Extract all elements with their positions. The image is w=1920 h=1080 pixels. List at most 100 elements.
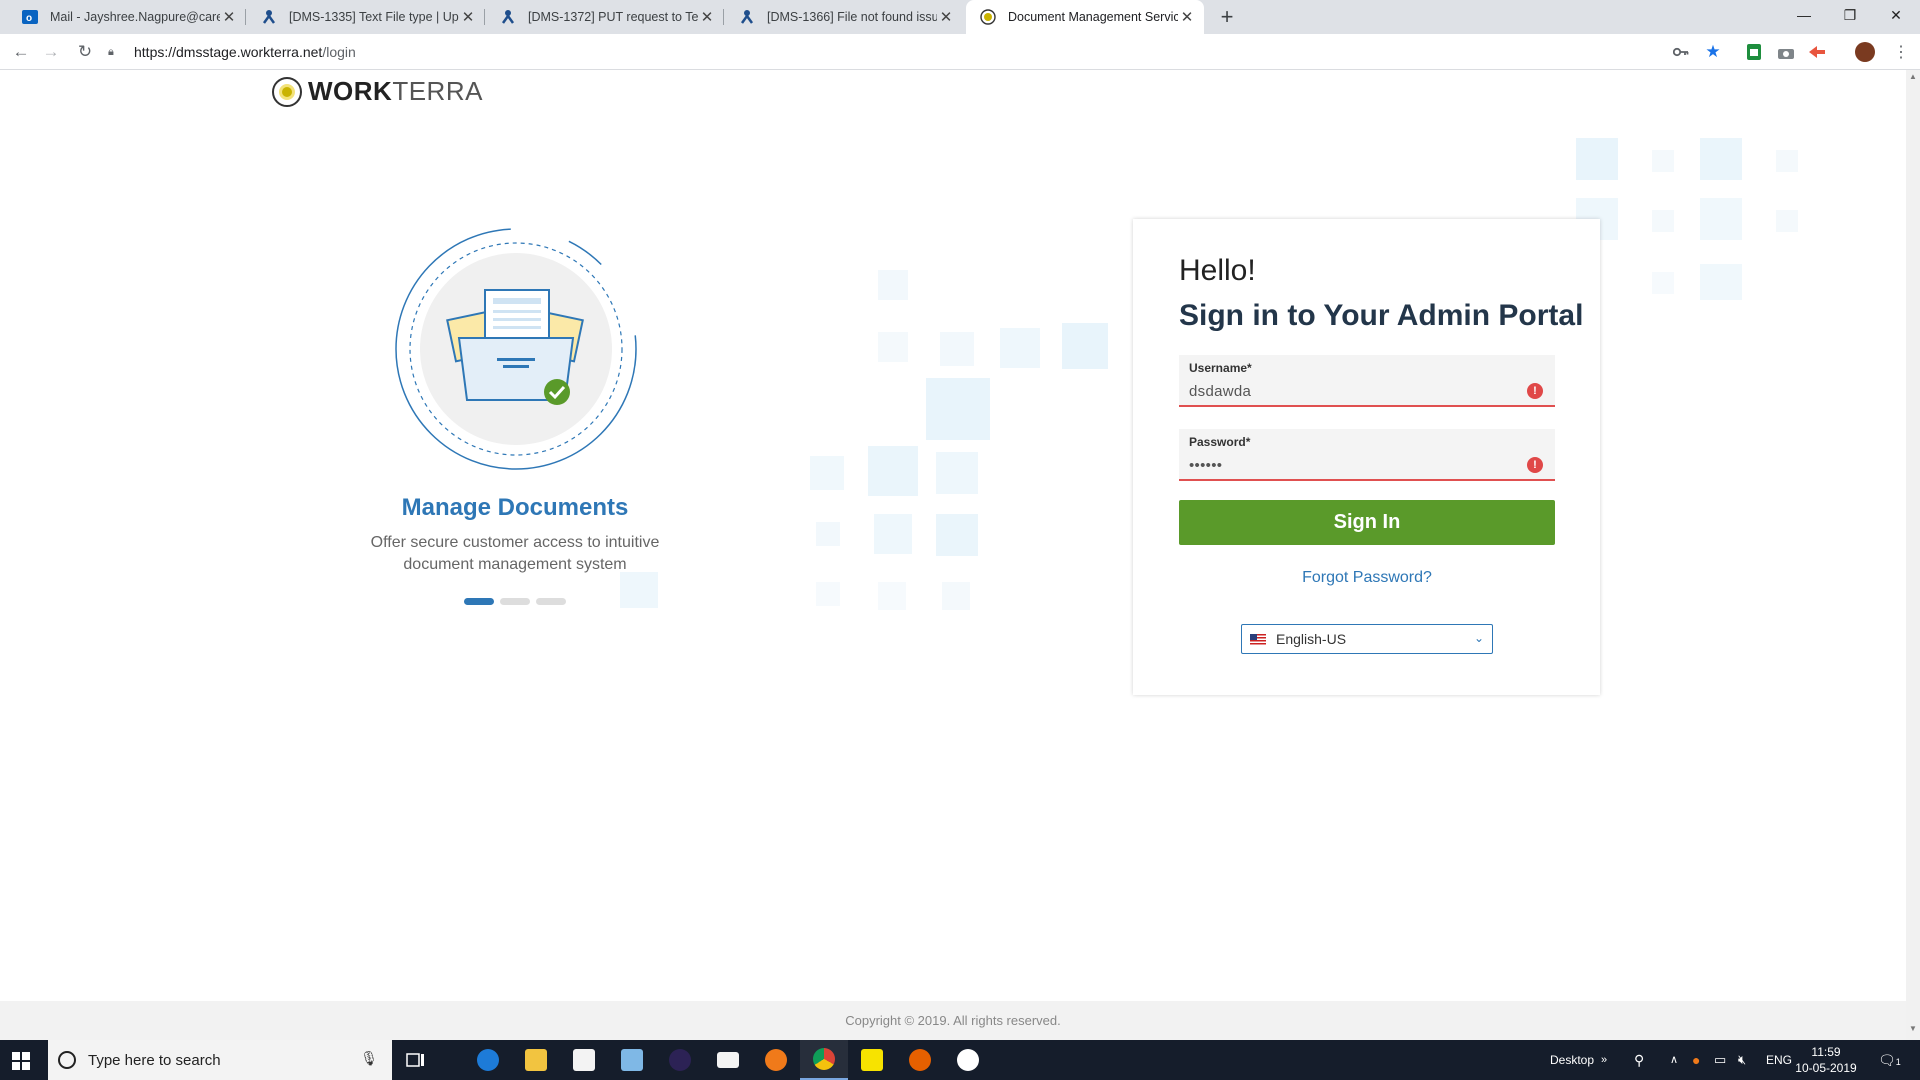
decor-square — [1700, 264, 1742, 300]
carousel-title: Manage Documents — [401, 494, 629, 521]
decor-square — [878, 270, 908, 300]
firefox-dev-icon[interactable] — [752, 1040, 800, 1080]
decor-square — [816, 582, 840, 606]
close-icon[interactable]: ✕ — [220, 8, 238, 26]
minimize-button[interactable]: — — [1782, 0, 1826, 30]
notification-count: 1 — [1895, 1057, 1901, 1067]
folder-document-illustration — [395, 228, 637, 470]
windows-start-icon[interactable] — [12, 1052, 30, 1070]
decor-square — [874, 514, 912, 554]
taskbar-clock[interactable]: 11:59 10-05-2019 — [1786, 1044, 1866, 1076]
bookmark-star-icon[interactable]: ★ — [1704, 42, 1722, 61]
chrome-icon[interactable] — [800, 1040, 848, 1080]
outlook-icon: o — [22, 9, 38, 25]
scroll-up-arrow-icon[interactable]: ▲ — [1906, 72, 1920, 86]
clock-time: 11:59 — [1811, 1045, 1841, 1059]
store-icon[interactable] — [560, 1040, 608, 1080]
window-close-button[interactable]: ✕ — [1874, 0, 1918, 30]
page-title: Sign in to Your Admin Portal — [1179, 299, 1584, 332]
carousel-dot-1[interactable] — [464, 598, 494, 605]
close-icon[interactable]: ✕ — [459, 8, 477, 26]
tab-dms-1372[interactable]: [DMS-1372] PUT request to Text ✕ — [486, 0, 724, 34]
tab-dms-1335[interactable]: [DMS-1335] Text File type | Upda ✕ — [247, 0, 485, 34]
scroll-down-arrow-icon[interactable]: ▼ — [1906, 1024, 1920, 1038]
file-explorer-icon[interactable] — [512, 1040, 560, 1080]
tab-mail[interactable]: o Mail - Jayshree.Nagpure@careers ✕ — [8, 0, 246, 34]
people-icon[interactable]: ⚲ — [1634, 1040, 1644, 1080]
lock-icon: 🔒︎ — [108, 45, 114, 58]
language-select[interactable]: English-US ⌄ — [1241, 624, 1493, 654]
password-input[interactable]: •••••• — [1189, 457, 1222, 474]
decor-square — [936, 452, 978, 494]
decor-square — [942, 582, 970, 610]
workterra-icon — [980, 9, 996, 25]
restore-button[interactable]: ❐ — [1828, 0, 1872, 30]
firefox-icon[interactable] — [896, 1040, 944, 1080]
profile-avatar[interactable] — [1855, 42, 1875, 62]
mail-icon[interactable] — [704, 1040, 752, 1080]
reload-icon[interactable]: ↻ — [72, 39, 98, 65]
tab-title: Document Management Service — [1008, 10, 1178, 24]
slack-icon[interactable] — [944, 1040, 992, 1080]
tab-dms-1366[interactable]: [DMS-1366] File not found issue ✕ — [725, 0, 963, 34]
copyright-text: Copyright © 2019. All rights reserved. — [845, 1013, 1061, 1028]
volume-muted-icon[interactable]: 🔇︎ — [1738, 1040, 1746, 1080]
decor-square — [1652, 272, 1674, 294]
workterra-logo-icon — [272, 76, 302, 107]
close-icon[interactable]: ✕ — [937, 8, 955, 26]
close-icon[interactable]: ✕ — [698, 8, 716, 26]
camera-extension-icon[interactable] — [1777, 43, 1795, 61]
notification-center-icon[interactable]: 🗨︎1 — [1878, 1040, 1901, 1080]
task-view-icon[interactable] — [392, 1040, 440, 1080]
sticky-notes-icon[interactable] — [848, 1040, 896, 1080]
edge-browser-icon[interactable] — [464, 1040, 512, 1080]
tray-expand-icon[interactable]: ∧ — [1670, 1040, 1678, 1080]
username-input[interactable]: dsdawda — [1189, 383, 1251, 400]
username-field[interactable]: Username* dsdawda ! — [1179, 355, 1555, 407]
windows-taskbar: Type here to search 🎙︎ Desktop » ⚲ ∧ ● ▭… — [0, 1040, 1920, 1080]
password-field[interactable]: Password* •••••• ! — [1179, 429, 1555, 481]
jira-icon — [739, 9, 755, 25]
decor-square — [878, 582, 906, 610]
carousel-dot-3[interactable] — [536, 598, 566, 605]
taskbar-search-box[interactable]: Type here to search 🎙︎ — [48, 1040, 392, 1080]
red-extension-icon[interactable] — [1808, 43, 1826, 61]
decor-square — [1776, 150, 1798, 172]
decor-square — [936, 514, 978, 556]
key-icon[interactable] — [1672, 43, 1690, 61]
username-label: Username* — [1189, 361, 1252, 375]
tab-title: [DMS-1372] PUT request to Text — [528, 10, 698, 24]
decor-square — [868, 446, 918, 496]
logo-text: WORKTERRA — [308, 76, 483, 106]
address-bar[interactable]: 🔒︎ https://dmsstage.workterra.net/login — [108, 39, 1700, 65]
network-icon[interactable]: ▭ — [1714, 1040, 1726, 1080]
carousel-dot-2[interactable] — [500, 598, 530, 605]
forward-arrow-icon[interactable]: → — [38, 39, 64, 65]
back-arrow-icon[interactable]: ← — [8, 39, 34, 65]
microphone-icon[interactable]: 🎙︎ — [360, 1050, 378, 1067]
sheets-extension-icon[interactable] — [1745, 43, 1763, 61]
error-icon: ! — [1527, 383, 1543, 399]
tab-document-management-service[interactable]: Document Management Service ✕ — [966, 0, 1204, 34]
decor-square — [1576, 138, 1618, 180]
us-flag-icon — [1250, 633, 1266, 645]
page-footer: Copyright © 2019. All rights reserved. — [0, 1001, 1906, 1040]
jira-icon — [500, 9, 516, 25]
workterra-logo[interactable]: WORKTERRA — [272, 76, 483, 107]
decor-square — [1000, 328, 1040, 368]
menu-kebab-icon[interactable]: ⋮ — [1892, 43, 1910, 61]
password-label: Password* — [1189, 435, 1251, 449]
close-icon[interactable]: ✕ — [1178, 8, 1196, 26]
tray-app-icon[interactable]: ● — [1692, 1040, 1700, 1080]
eclipse-icon[interactable] — [656, 1040, 704, 1080]
new-tab-button[interactable]: + — [1214, 4, 1240, 30]
page-scrollbar[interactable]: ▲ ▼ — [1906, 70, 1920, 1040]
notepad-icon[interactable] — [608, 1040, 656, 1080]
carousel-description: Offer secure customer access to intuitiv… — [370, 534, 660, 573]
search-placeholder: Type here to search — [88, 1051, 221, 1069]
forgot-password-link[interactable]: Forgot Password? — [1179, 569, 1555, 587]
desktop-toolbar-label[interactable]: Desktop — [1550, 1040, 1594, 1080]
decor-square — [810, 456, 844, 490]
sign-in-button[interactable]: Sign In — [1179, 500, 1555, 545]
toolbar-expand-icon[interactable]: » — [1601, 1040, 1607, 1080]
